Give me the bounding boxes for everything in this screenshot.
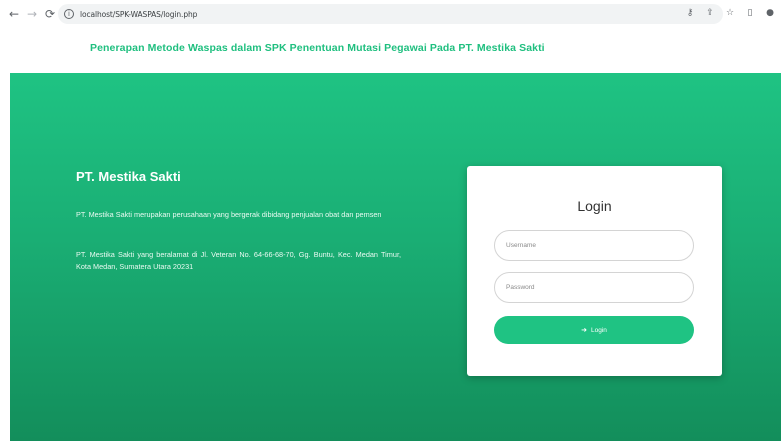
- password-input[interactable]: [494, 272, 694, 303]
- username-input[interactable]: [494, 230, 694, 261]
- star-icon[interactable]: ☆: [723, 6, 737, 20]
- reload-icon[interactable]: ⟳: [42, 6, 58, 22]
- sign-in-icon: ➜: [581, 326, 587, 334]
- company-address: PT. Mestika Sakti yang beralamat di Jl. …: [76, 250, 401, 271]
- company-name: PT. Mestika Sakti: [76, 169, 181, 184]
- info-icon[interactable]: i: [64, 9, 74, 19]
- login-title: Login: [577, 198, 612, 214]
- login-button[interactable]: ➜ Login: [494, 316, 694, 344]
- address-bar[interactable]: i localhost/SPK-WASPAS/login.php: [58, 4, 723, 24]
- site-title: Penerapan Metode Waspas dalam SPK Penent…: [90, 42, 545, 54]
- company-description: PT. Mestika Sakti merupakan perusahaan y…: [76, 210, 382, 219]
- profile-icon[interactable]: ●: [763, 6, 777, 20]
- browser-toolbar: ← → ⟳ i localhost/SPK-WASPAS/login.php ⚷…: [0, 0, 781, 28]
- browser-actions: ⚷ ⇪ ☆ ▯ ●: [683, 6, 777, 20]
- hero-section: PT. Mestika Sakti PT. Mestika Sakti meru…: [10, 73, 781, 441]
- site-header: Penerapan Metode Waspas dalam SPK Penent…: [0, 28, 781, 73]
- back-arrow-icon[interactable]: ←: [6, 6, 22, 22]
- url-text: localhost/SPK-WASPAS/login.php: [80, 9, 198, 19]
- login-card: Login ➜ Login: [467, 166, 722, 376]
- forward-arrow-icon[interactable]: →: [24, 6, 40, 22]
- key-icon[interactable]: ⚷: [683, 6, 697, 20]
- sidebar-icon[interactable]: ▯: [743, 6, 757, 20]
- share-icon[interactable]: ⇪: [703, 6, 717, 20]
- login-button-label: Login: [590, 326, 607, 334]
